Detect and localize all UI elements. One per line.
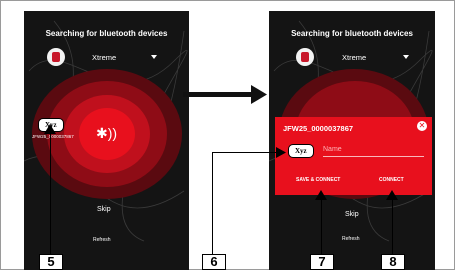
refresh-link[interactable]: Refresh <box>342 236 360 242</box>
callout-badge-8: 8 <box>381 254 405 270</box>
skip-link[interactable]: Skip <box>345 211 359 218</box>
callout-line-5 <box>50 132 51 255</box>
save-and-connect-button[interactable]: SAVE & CONNECT <box>296 177 340 183</box>
device-selector[interactable]: Xtreme <box>92 53 116 62</box>
device-avatar-icon[interactable] <box>47 48 65 66</box>
name-input-underline <box>323 156 424 157</box>
refresh-link[interactable]: Refresh <box>93 237 111 243</box>
skip-link[interactable]: Skip <box>97 206 111 213</box>
chevron-down-icon[interactable] <box>151 55 157 59</box>
connect-button[interactable]: CONNECT <box>379 177 404 183</box>
callout-arrow-icon <box>315 190 327 200</box>
callout-badge-6: 6 <box>202 254 226 270</box>
callout-line-7 <box>321 199 322 255</box>
callout-badge-5: 5 <box>39 254 63 270</box>
callout-arrow-icon <box>44 124 56 134</box>
device-avatar-icon[interactable] <box>296 48 314 66</box>
device-selector[interactable]: Xtreme <box>342 53 366 62</box>
callout-line-6-horizontal <box>212 152 278 153</box>
dialog-title: JFW25_0000037867 <box>283 124 354 133</box>
transition-arrow-icon <box>183 85 267 104</box>
callout-arrow-icon <box>276 147 286 158</box>
callout-line-8 <box>392 199 393 255</box>
found-device-id: JFW25_0000037867 <box>32 134 74 139</box>
callout-line-6 <box>212 152 213 255</box>
callout-arrow-icon <box>386 190 398 200</box>
bluetooth-icon: ✱)) <box>96 125 118 141</box>
phone-screen-searching: Searching for bluetooth devices Xtreme ✱… <box>24 11 189 270</box>
callout-badge-7: 7 <box>310 254 334 270</box>
search-title: Searching for bluetooth devices <box>45 29 168 38</box>
close-icon[interactable]: ✕ <box>417 121 427 131</box>
name-input[interactable]: Name <box>323 146 342 153</box>
chevron-down-icon[interactable] <box>403 55 409 59</box>
search-title: Searching for bluetooth devices <box>291 29 413 38</box>
name-value-chip: Xyz <box>288 144 314 158</box>
